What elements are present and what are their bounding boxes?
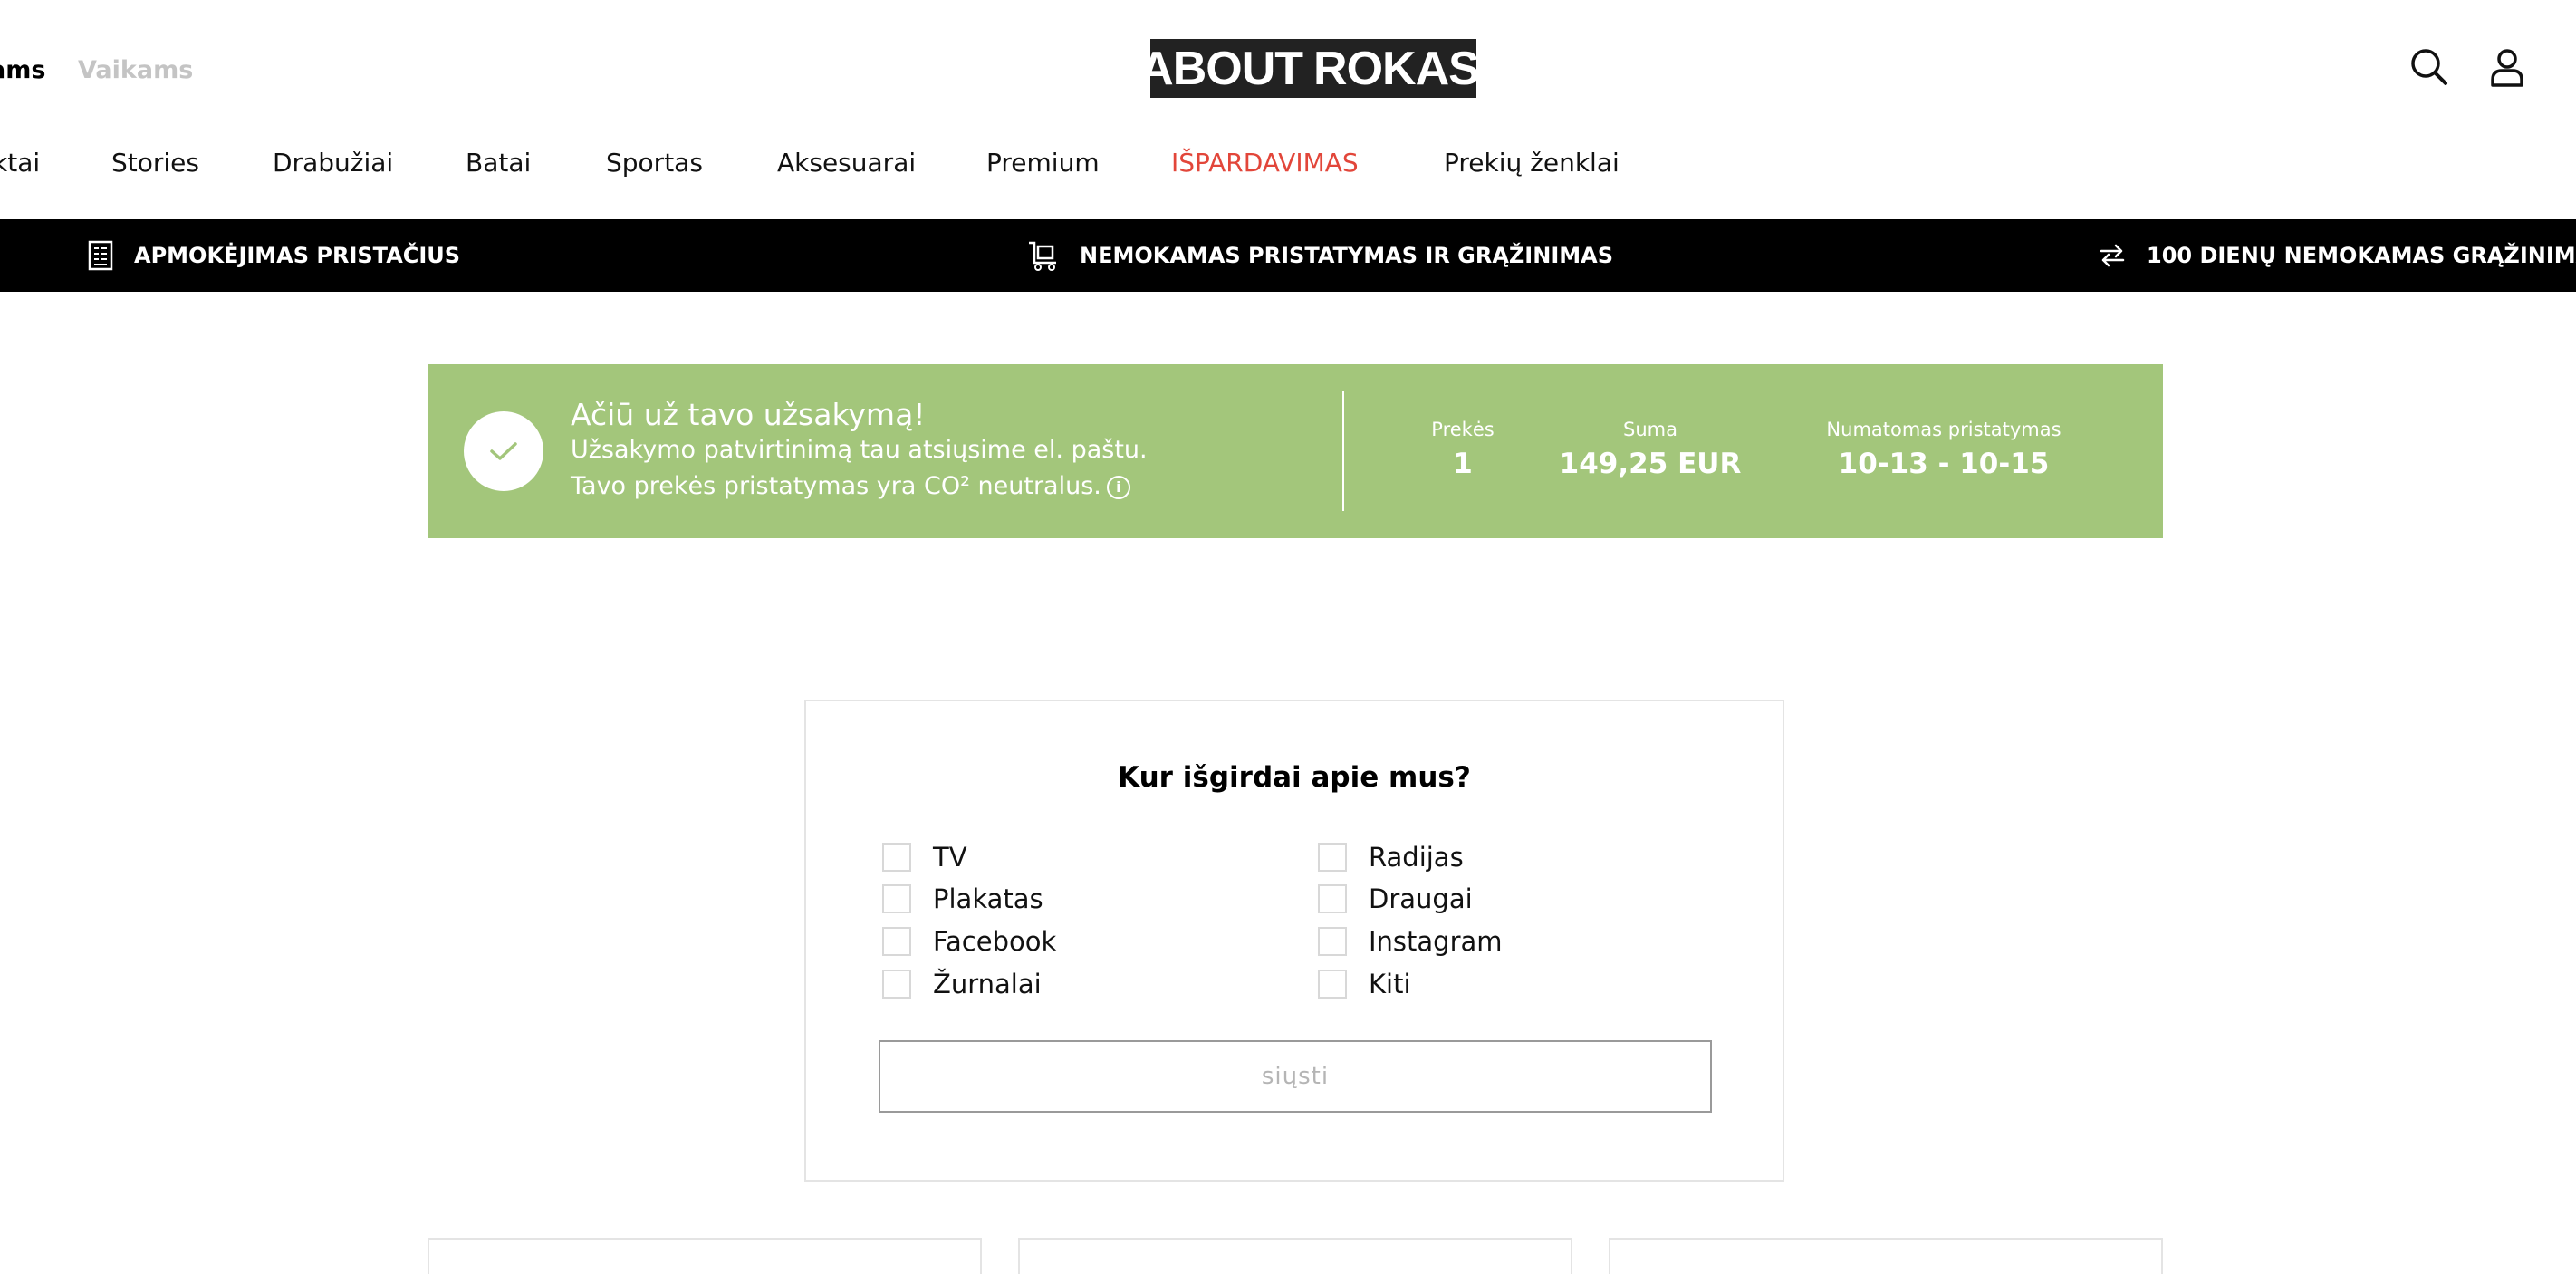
nav-item-batai[interactable]: Batai — [466, 148, 531, 178]
survey-card: Kur išgirdai apie mus? TV Plakatas Faceb… — [804, 700, 1784, 1182]
gender-link-active[interactable]: ams — [0, 56, 45, 84]
gender-link-kids[interactable]: Vaikams — [78, 56, 193, 84]
benefit-payment-on-delivery: APMOKĖJIMAS PRISTAČIUS — [87, 219, 460, 292]
nav-item-sale[interactable]: IŠPARDAVIMAS — [1171, 148, 1359, 178]
survey-option-kiti[interactable]: Kiti — [1318, 966, 1411, 1002]
confirmation-line-email: Užsakymo patvirtinimą tau atsiųsime el. … — [571, 436, 1148, 464]
confirmation-line-co2: Tavo prekės pristatymas yra CO² neutralu… — [571, 472, 1130, 500]
option-label: Plakatas — [933, 883, 1043, 914]
logo-mark-icon — [1481, 48, 1487, 67]
stat-label: Numatomas pristatymas — [1826, 419, 2062, 440]
survey-option-radijas[interactable]: Radijas — [1318, 839, 1464, 875]
benefit-free-returns: 100 DIENŲ NEMOKAMAS GRĄŽINIMAS — [2098, 219, 2576, 292]
receipt-icon — [87, 240, 114, 271]
option-label: Žurnalai — [933, 969, 1042, 999]
order-confirmation-banner: Ačiū už tavo užsakymą! Užsakymo patvirti… — [428, 364, 2163, 538]
stat-label: Suma — [1623, 419, 1677, 440]
survey-option-facebook[interactable]: Facebook — [882, 923, 1056, 960]
nav-item-stories[interactable]: Stories — [111, 148, 199, 178]
option-label: Kiti — [1369, 969, 1411, 999]
checkmark-icon — [490, 442, 517, 460]
return-arrows-icon — [2098, 241, 2127, 270]
search-icon[interactable] — [2408, 45, 2451, 89]
bottom-card — [1018, 1238, 1572, 1274]
bottom-card — [428, 1238, 982, 1274]
checkbox[interactable] — [1318, 884, 1347, 913]
stat-sum: Suma 149,25 EUR — [1551, 419, 1750, 480]
nav-item-brands[interactable]: Prekių ženklai — [1444, 148, 1620, 178]
survey-submit-button[interactable]: siųsti — [879, 1040, 1712, 1113]
survey-option-plakatas[interactable]: Plakatas — [882, 881, 1043, 917]
cart-icon — [1027, 239, 1060, 272]
nav-item-drabuziai[interactable]: Drabužiai — [273, 148, 393, 178]
checkbox[interactable] — [1318, 843, 1347, 872]
survey-option-draugai[interactable]: Draugai — [1318, 881, 1473, 917]
benefit-label: 100 DIENŲ NEMOKAMAS GRĄŽINIMAS — [2147, 243, 2576, 268]
stat-label: Prekės — [1431, 419, 1495, 440]
bottom-card — [1609, 1238, 2163, 1274]
option-label: Instagram — [1369, 926, 1503, 957]
benefit-free-shipping: NEMOKAMAS PRISTATYMAS IR GRĄŽINIMAS — [1027, 219, 1613, 292]
checkbox[interactable] — [1318, 927, 1347, 956]
co2-text: Tavo prekės pristatymas yra CO² neutralu… — [571, 472, 1101, 500]
option-label: Draugai — [1369, 883, 1473, 914]
banner-divider — [1342, 391, 1344, 511]
benefit-label: NEMOKAMAS PRISTATYMAS IR GRĄŽINIMAS — [1080, 243, 1613, 268]
checkbox[interactable] — [882, 927, 911, 956]
survey-option-instagram[interactable]: Instagram — [1318, 923, 1503, 960]
stat-delivery: Numatomas pristatymas 10-13 - 10-15 — [1808, 419, 2080, 480]
survey-option-tv[interactable]: TV — [882, 839, 967, 875]
benefits-bar: APMOKĖJIMAS PRISTAČIUS NEMOKAMAS PRISTAT… — [0, 219, 2576, 292]
survey-option-zurnalai[interactable]: Žurnalai — [882, 966, 1042, 1002]
confirmation-title: Ačiū už tavo užsakymą! — [571, 397, 926, 432]
stat-value: 10-13 - 10-15 — [1838, 448, 2050, 480]
nav-item-aksesuarai[interactable]: Aksesuarai — [777, 148, 916, 178]
checkbox[interactable] — [882, 884, 911, 913]
nav-item-sportas[interactable]: Sportas — [606, 148, 703, 178]
checkbox[interactable] — [882, 843, 911, 872]
checkbox[interactable] — [1318, 970, 1347, 999]
nav-item-premium[interactable]: Premium — [986, 148, 1100, 178]
logo-text-right: ROKAS — [1313, 42, 1480, 95]
nav-item-partial[interactable]: ktai — [0, 148, 40, 178]
option-label: Facebook — [933, 926, 1057, 957]
logo[interactable]: ABOUT ROKAS — [1139, 39, 1487, 98]
info-icon[interactable]: i — [1106, 476, 1130, 499]
stat-value: 149,25 EUR — [1559, 448, 1742, 480]
survey-title: Kur išgirdai apie mus? — [1118, 761, 1471, 794]
check-circle — [464, 411, 543, 491]
option-label: Radijas — [1369, 842, 1464, 873]
logo-text-left: ABOUT — [1139, 42, 1303, 95]
checkbox[interactable] — [882, 970, 911, 999]
user-account-icon[interactable] — [2485, 45, 2529, 89]
option-label: TV — [933, 842, 967, 873]
stat-items: Prekės 1 — [1404, 419, 1522, 480]
benefit-label: APMOKĖJIMAS PRISTAČIUS — [134, 243, 461, 268]
stat-value: 1 — [1453, 448, 1473, 480]
